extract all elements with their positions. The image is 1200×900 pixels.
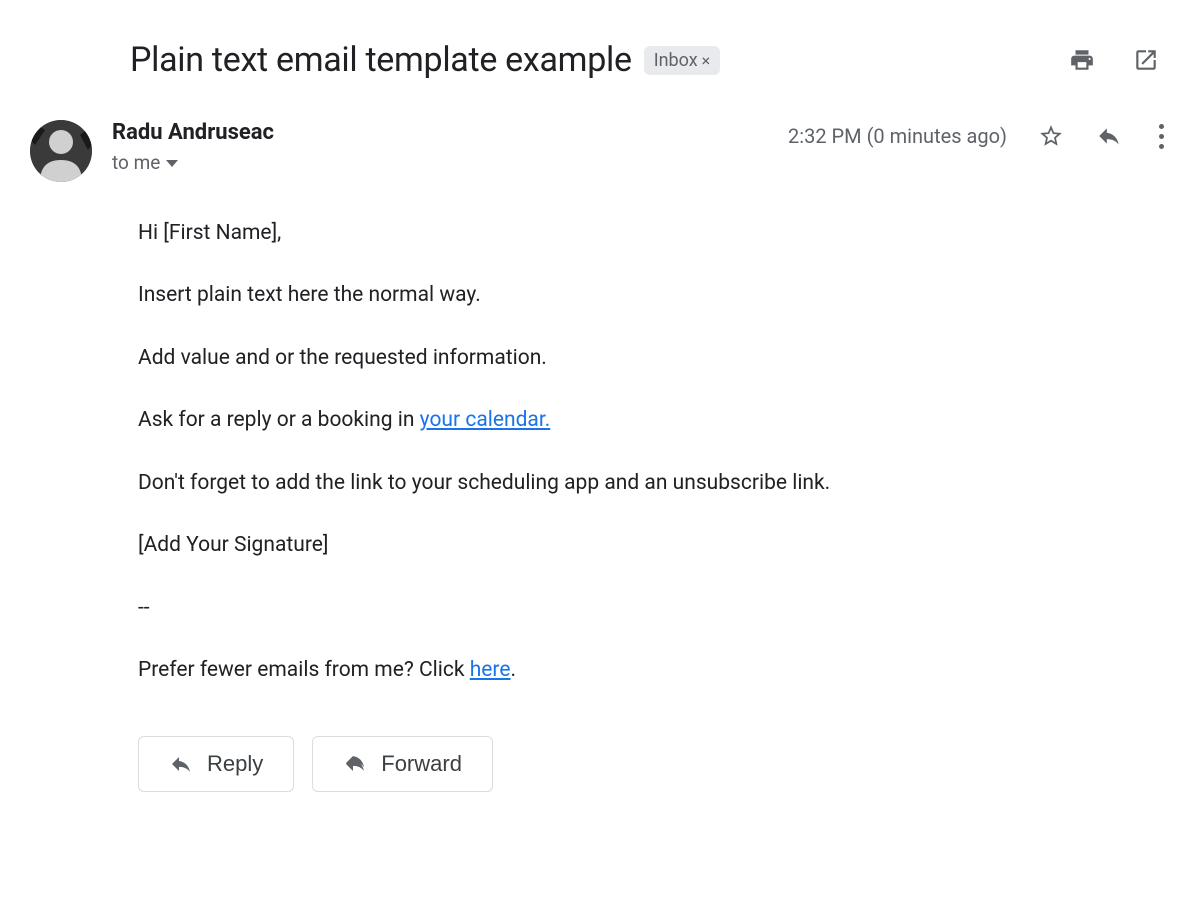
forward-button[interactable]: Forward bbox=[312, 736, 493, 792]
body-p2: Insert plain text here the normal way. bbox=[138, 280, 1170, 310]
action-buttons: Reply Forward bbox=[30, 736, 1170, 792]
inbox-badge[interactable]: Inbox × bbox=[644, 46, 721, 75]
body-p1: Hi [First Name], bbox=[138, 218, 1170, 248]
footer-line: Prefer fewer emails from me? Click here. bbox=[138, 655, 1170, 685]
footer-prefix: Prefer fewer emails from me? Click bbox=[138, 658, 470, 682]
more-icon[interactable] bbox=[1153, 124, 1170, 149]
body-p4-prefix: Ask for a reply or a booking in bbox=[138, 408, 420, 432]
body-p6: [Add Your Signature] bbox=[138, 530, 1170, 560]
email-body: Hi [First Name], Insert plain text here … bbox=[30, 218, 1170, 686]
print-icon[interactable] bbox=[1068, 46, 1096, 74]
footer-suffix: . bbox=[510, 658, 516, 682]
open-in-new-icon[interactable] bbox=[1132, 46, 1160, 74]
subject-actions bbox=[1068, 46, 1170, 74]
avatar[interactable] bbox=[30, 120, 92, 182]
timestamp: 2:32 PM (0 minutes ago) bbox=[788, 124, 1007, 148]
unsubscribe-link[interactable]: here bbox=[470, 658, 511, 682]
calendar-link[interactable]: your calendar. bbox=[420, 408, 551, 432]
body-p3: Add value and or the requested informati… bbox=[138, 343, 1170, 373]
subject-left: Plain text email template example Inbox … bbox=[130, 40, 720, 80]
sender-info: Radu Andruseac to me 2:32 PM (0 minutes … bbox=[112, 120, 1170, 174]
sig-dashes: -- bbox=[138, 593, 1170, 623]
close-icon[interactable]: × bbox=[702, 51, 711, 70]
reply-label: Reply bbox=[207, 751, 263, 777]
sender-left: Radu Andruseac to me bbox=[112, 120, 274, 174]
email-subject: Plain text email template example bbox=[130, 40, 632, 80]
forward-label: Forward bbox=[381, 751, 462, 777]
sender-right: 2:32 PM (0 minutes ago) bbox=[788, 120, 1170, 150]
recipient-text: to me bbox=[112, 151, 160, 174]
subject-row: Plain text email template example Inbox … bbox=[30, 40, 1170, 80]
reply-button[interactable]: Reply bbox=[138, 736, 294, 792]
body-p4: Ask for a reply or a booking in your cal… bbox=[138, 405, 1170, 435]
star-icon[interactable] bbox=[1037, 122, 1065, 150]
reply-arrow-icon bbox=[169, 752, 193, 776]
recipient-dropdown[interactable]: to me bbox=[112, 151, 274, 174]
body-p5: Don't forget to add the link to your sch… bbox=[138, 468, 1170, 498]
forward-arrow-icon bbox=[343, 752, 367, 776]
reply-icon[interactable] bbox=[1095, 122, 1123, 150]
sender-row: Radu Andruseac to me 2:32 PM (0 minutes … bbox=[30, 120, 1170, 182]
sender-name: Radu Andruseac bbox=[112, 120, 274, 145]
inbox-badge-label: Inbox bbox=[654, 50, 698, 71]
chevron-down-icon bbox=[166, 160, 178, 167]
